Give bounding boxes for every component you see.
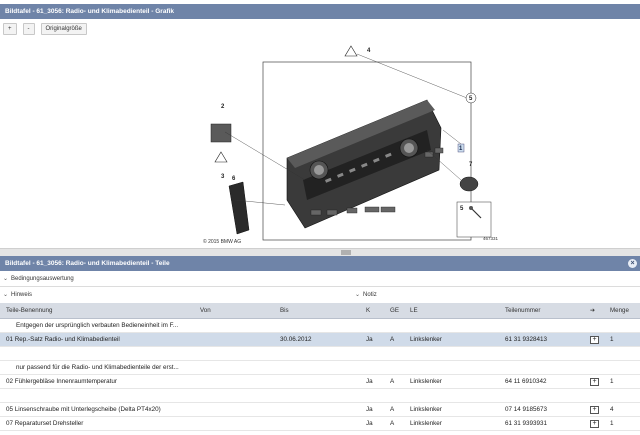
table-row-note: nur passend für die Radio- und Klimabedi…: [0, 361, 640, 375]
cell-ge: A: [390, 378, 395, 385]
col-header-ge[interactable]: GE: [390, 303, 399, 319]
svg-text:3: 3: [221, 174, 225, 180]
col-header-bis[interactable]: Bis: [280, 303, 289, 319]
cell-le: Linkslenker: [410, 336, 442, 343]
col-header-name[interactable]: Teile-Benennung: [6, 303, 52, 319]
splitter-handle[interactable]: [341, 250, 351, 255]
cell-ge: A: [390, 420, 395, 427]
warning-icon: [344, 45, 358, 57]
graphic-panel-title: Bildtafel - 61_3056: Radio- und Klimabed…: [0, 4, 640, 19]
col-header-le[interactable]: LE: [410, 303, 418, 319]
cell-name: 02 Fühlergebläse Innenraumtemperatur: [6, 378, 117, 385]
section-bedingung-label: Bedingungsauswertung: [11, 276, 74, 282]
table-row[interactable]: 02 Fühlergebläse Innenraumtemperatur Ja …: [0, 375, 640, 389]
cell-menge: 1: [610, 420, 614, 427]
chevron-down-icon: ⌄: [355, 292, 361, 298]
cell-bis: 30.06.2012: [280, 336, 312, 343]
section-hinweis[interactable]: ⌄ Hinweis: [3, 291, 32, 298]
svg-text:2: 2: [221, 104, 225, 110]
cell-le: Linkslenker: [410, 378, 442, 385]
svg-text:4: 4: [367, 48, 371, 54]
part-2-sensor: [210, 123, 232, 143]
cell-teilenummer: 07 14 9185673: [505, 406, 548, 413]
col-header-arrow: ➔: [590, 307, 596, 314]
add-to-cart-button[interactable]: +: [590, 406, 599, 414]
cell-menge: 1: [610, 336, 614, 343]
chevron-down-icon: ⌄: [3, 276, 9, 282]
zoom-out-button[interactable]: -: [22, 23, 35, 35]
parts-table: Teile-Benennung Von Bis K GE LE Teilenum…: [0, 303, 640, 431]
close-icon[interactable]: ×: [628, 259, 637, 268]
cell-name: 07 Reparaturset Drehsteller: [6, 420, 84, 427]
table-row[interactable]: 07 Reparaturset Drehsteller Ja A Linksle…: [0, 417, 640, 431]
table-row-blank: [0, 347, 640, 361]
cell-teilenummer: 61 31 9328413: [505, 336, 548, 343]
copyright-text: © 2015 BMW AG: [203, 239, 242, 245]
parts-panel-title-text: Bildtafel - 61_3056: Radio- und Klimabed…: [5, 260, 170, 267]
cell-menge: 4: [610, 406, 614, 413]
cell-k: Ja: [366, 420, 373, 427]
original-size-button[interactable]: Originalgröße: [40, 23, 87, 35]
cell-menge: 1: [610, 378, 614, 385]
add-to-cart-button[interactable]: +: [590, 378, 599, 386]
col-header-von[interactable]: Von: [200, 303, 211, 319]
table-row[interactable]: 01 Rep.-Satz Radio- und Klimabedienteil …: [0, 333, 640, 347]
parts-panel-title: Bildtafel - 61_3056: Radio- und Klimabed…: [0, 256, 640, 271]
note-text: Entgegen der ursprünglich verbauten Bedi…: [16, 322, 179, 329]
table-row-blank: [0, 389, 640, 403]
cell-le: Linkslenker: [410, 406, 442, 413]
table-row[interactable]: 05 Linsenschraube mit Unterlegscheibe (D…: [0, 403, 640, 417]
cell-name: 05 Linsenschraube mit Unterlegscheibe (D…: [6, 406, 161, 413]
col-header-menge[interactable]: Menge: [610, 303, 629, 319]
cell-ge: A: [390, 406, 395, 413]
warning-icon-2: [214, 151, 228, 163]
col-header-k[interactable]: K: [366, 303, 370, 319]
col-header-teilenummer[interactable]: Teilenummer: [505, 303, 540, 319]
part-6-cover: [228, 181, 250, 235]
zoom-in-button[interactable]: +: [3, 23, 17, 35]
svg-text:7: 7: [469, 162, 473, 168]
parts-diagram[interactable]: 4 5 2 3 6 1 7 5: [195, 40, 505, 245]
cell-ge: A: [390, 336, 395, 343]
cell-k: Ja: [366, 378, 373, 385]
panel-splitter[interactable]: [0, 248, 640, 256]
add-to-cart-button[interactable]: +: [590, 420, 599, 428]
note-text: nur passend für die Radio- und Klimabedi…: [16, 364, 179, 371]
svg-text:6: 6: [232, 176, 236, 182]
cell-teilenummer: 61 31 9393931: [505, 420, 548, 427]
section-notiz-label: Notiz: [363, 292, 377, 298]
cell-name: 01 Rep.-Satz Radio- und Klimabedienteil: [6, 336, 120, 343]
cell-k: Ja: [366, 406, 373, 413]
section-hinweis-label: Hinweis: [11, 292, 33, 298]
section-bedingung[interactable]: ⌄ Bedingungsauswertung: [3, 275, 74, 282]
cell-k: Ja: [366, 336, 373, 343]
cell-teilenummer: 64 11 6910342: [505, 378, 547, 385]
section-notiz[interactable]: ⌄ Notiz: [355, 291, 377, 298]
table-row-note: Entgegen der ursprünglich verbauten Bedi…: [0, 319, 640, 333]
part-7-knob: [459, 176, 479, 192]
cell-le: Linkslenker: [410, 420, 442, 427]
add-to-cart-button[interactable]: +: [590, 336, 599, 344]
graphic-toolbar: + - Originalgröße: [3, 23, 87, 36]
image-id: 467331: [483, 236, 499, 241]
table-header: Teile-Benennung Von Bis K GE LE Teilenum…: [0, 303, 640, 319]
chevron-down-icon: ⌄: [3, 292, 9, 298]
divider: [0, 286, 640, 287]
